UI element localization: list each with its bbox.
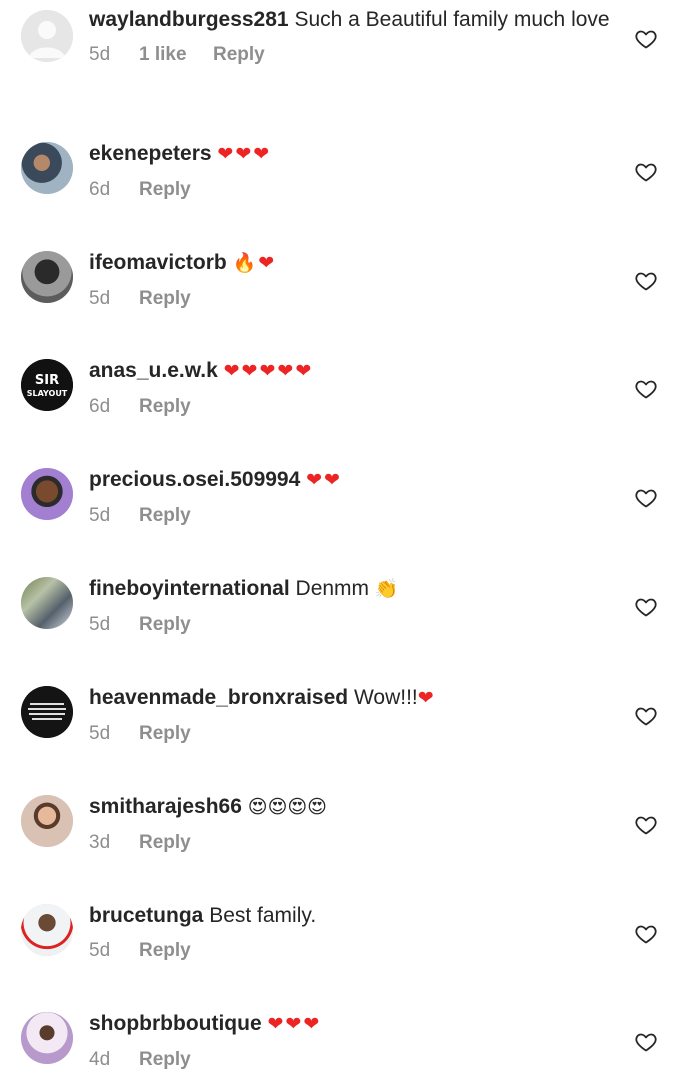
like-heart-icon[interactable] <box>634 377 658 401</box>
comment-time: 6d <box>89 396 111 417</box>
comment-time: 5d <box>89 940 111 961</box>
comment-username[interactable]: anas_u.e.w.k <box>89 359 218 382</box>
comment-username[interactable]: fineboyinternational <box>89 577 290 600</box>
comment-meta: 5d Reply <box>89 288 612 310</box>
heart-eyes-emoji: 😍😍😍😍 <box>247 796 327 818</box>
comments-list: waylandburgess281 Such a Beautiful famil… <box>0 0 692 1080</box>
comment-username[interactable]: waylandburgess281 <box>89 8 289 31</box>
avatar[interactable] <box>21 1012 73 1064</box>
comment-time: 5d <box>89 723 111 744</box>
comment-text: waylandburgess281 Such a Beautiful famil… <box>89 7 612 32</box>
heart-emoji: ❤ <box>417 687 436 709</box>
like-heart-icon[interactable] <box>634 922 658 946</box>
svg-text:SLAYOUT: SLAYOUT <box>27 389 68 398</box>
reply-button[interactable]: Reply <box>139 179 191 201</box>
comment-time: 4d <box>89 1049 111 1070</box>
comment-username[interactable]: ekenepeters <box>89 142 212 165</box>
heart-emoji: ❤❤❤ <box>267 1013 322 1035</box>
avatar[interactable] <box>21 10 73 62</box>
comment-meta: 5d Reply <box>89 940 612 962</box>
reply-button[interactable]: Reply <box>139 505 191 527</box>
reply-button[interactable]: Reply <box>139 614 191 636</box>
comment-time: 6d <box>89 179 111 200</box>
like-heart-icon[interactable] <box>634 595 658 619</box>
comment-time: 5d <box>89 505 111 526</box>
comment-time: 3d <box>89 832 111 853</box>
avatar[interactable] <box>21 468 73 520</box>
comment-body: Such a Beautiful family much love <box>294 8 610 31</box>
comment-time: 5d <box>89 288 111 309</box>
comment-meta: 6d Reply <box>89 179 612 201</box>
comment-username[interactable]: precious.osei.509994 <box>89 468 300 491</box>
reply-button[interactable]: Reply <box>139 832 191 854</box>
comment-meta: 5d Reply <box>89 614 612 636</box>
comment-body: Best family. <box>209 904 317 927</box>
heart-emoji: ❤❤ <box>306 469 342 491</box>
reply-button[interactable]: Reply <box>139 396 191 418</box>
comment-username[interactable]: brucetunga <box>89 904 203 927</box>
heart-emoji: ❤❤❤❤❤ <box>223 360 314 382</box>
comment-meta: 6d Reply <box>89 396 612 418</box>
like-heart-icon[interactable] <box>634 27 658 51</box>
avatar[interactable] <box>21 686 73 738</box>
like-heart-icon[interactable] <box>634 813 658 837</box>
like-heart-icon[interactable] <box>634 486 658 510</box>
comment-time: 5d <box>89 614 111 635</box>
reply-button[interactable]: Reply <box>139 723 191 745</box>
comment-meta: 5d 1 like Reply <box>89 44 612 66</box>
fire-heart-emoji: 🔥❤ <box>232 252 277 274</box>
comment-meta: 5d Reply <box>89 723 612 745</box>
avatar[interactable] <box>21 251 73 303</box>
comment-body: Denmm <box>295 577 370 600</box>
comment-text: heavenmade_bronxraised Wow!!!❤ <box>89 685 612 711</box>
comment-meta: 3d Reply <box>89 832 612 854</box>
avatar[interactable] <box>21 795 73 847</box>
avatar[interactable]: SIR SLAYOUT <box>21 359 73 411</box>
comment-text: precious.osei.509994 ❤❤ <box>89 467 612 493</box>
comment-username[interactable]: shopbrbboutique <box>89 1012 262 1035</box>
comment-text: ekenepeters ❤❤❤ <box>89 141 612 167</box>
comment-username[interactable]: heavenmade_bronxraised <box>89 686 348 709</box>
clap-emoji: 👏 <box>374 578 399 600</box>
avatar[interactable] <box>21 577 73 629</box>
like-heart-icon[interactable] <box>634 269 658 293</box>
comment-body: Wow!!! <box>353 686 418 709</box>
comment-time: 5d <box>89 44 111 65</box>
comment-text: fineboyinternational Denmm 👏 <box>89 576 612 602</box>
comment-text: shopbrbboutique ❤❤❤ <box>89 1011 612 1037</box>
comment-text: smitharajesh66 😍😍😍😍 <box>89 794 612 820</box>
reply-button[interactable]: Reply <box>139 1049 191 1071</box>
avatar[interactable] <box>21 142 73 194</box>
comment-like-count[interactable]: 1 like <box>139 44 213 66</box>
comment-text: ifeomavictorb 🔥❤ <box>89 250 612 276</box>
reply-button[interactable]: Reply <box>213 44 265 66</box>
like-heart-icon[interactable] <box>634 704 658 728</box>
comment-text: anas_u.e.w.k ❤❤❤❤❤ <box>89 358 612 384</box>
like-heart-icon[interactable] <box>634 1030 658 1054</box>
reply-button[interactable]: Reply <box>139 288 191 310</box>
comment-username[interactable]: smitharajesh66 <box>89 795 242 818</box>
avatar[interactable] <box>21 904 73 956</box>
like-heart-icon[interactable] <box>634 160 658 184</box>
comment-meta: 5d Reply <box>89 505 612 527</box>
svg-text:SIR: SIR <box>35 373 59 388</box>
comment-username[interactable]: ifeomavictorb <box>89 251 227 274</box>
reply-button[interactable]: Reply <box>139 940 191 962</box>
comment-text: brucetunga Best family. <box>89 903 612 928</box>
comment-meta: 4d Reply <box>89 1049 612 1071</box>
heart-emoji: ❤❤❤ <box>217 143 272 165</box>
